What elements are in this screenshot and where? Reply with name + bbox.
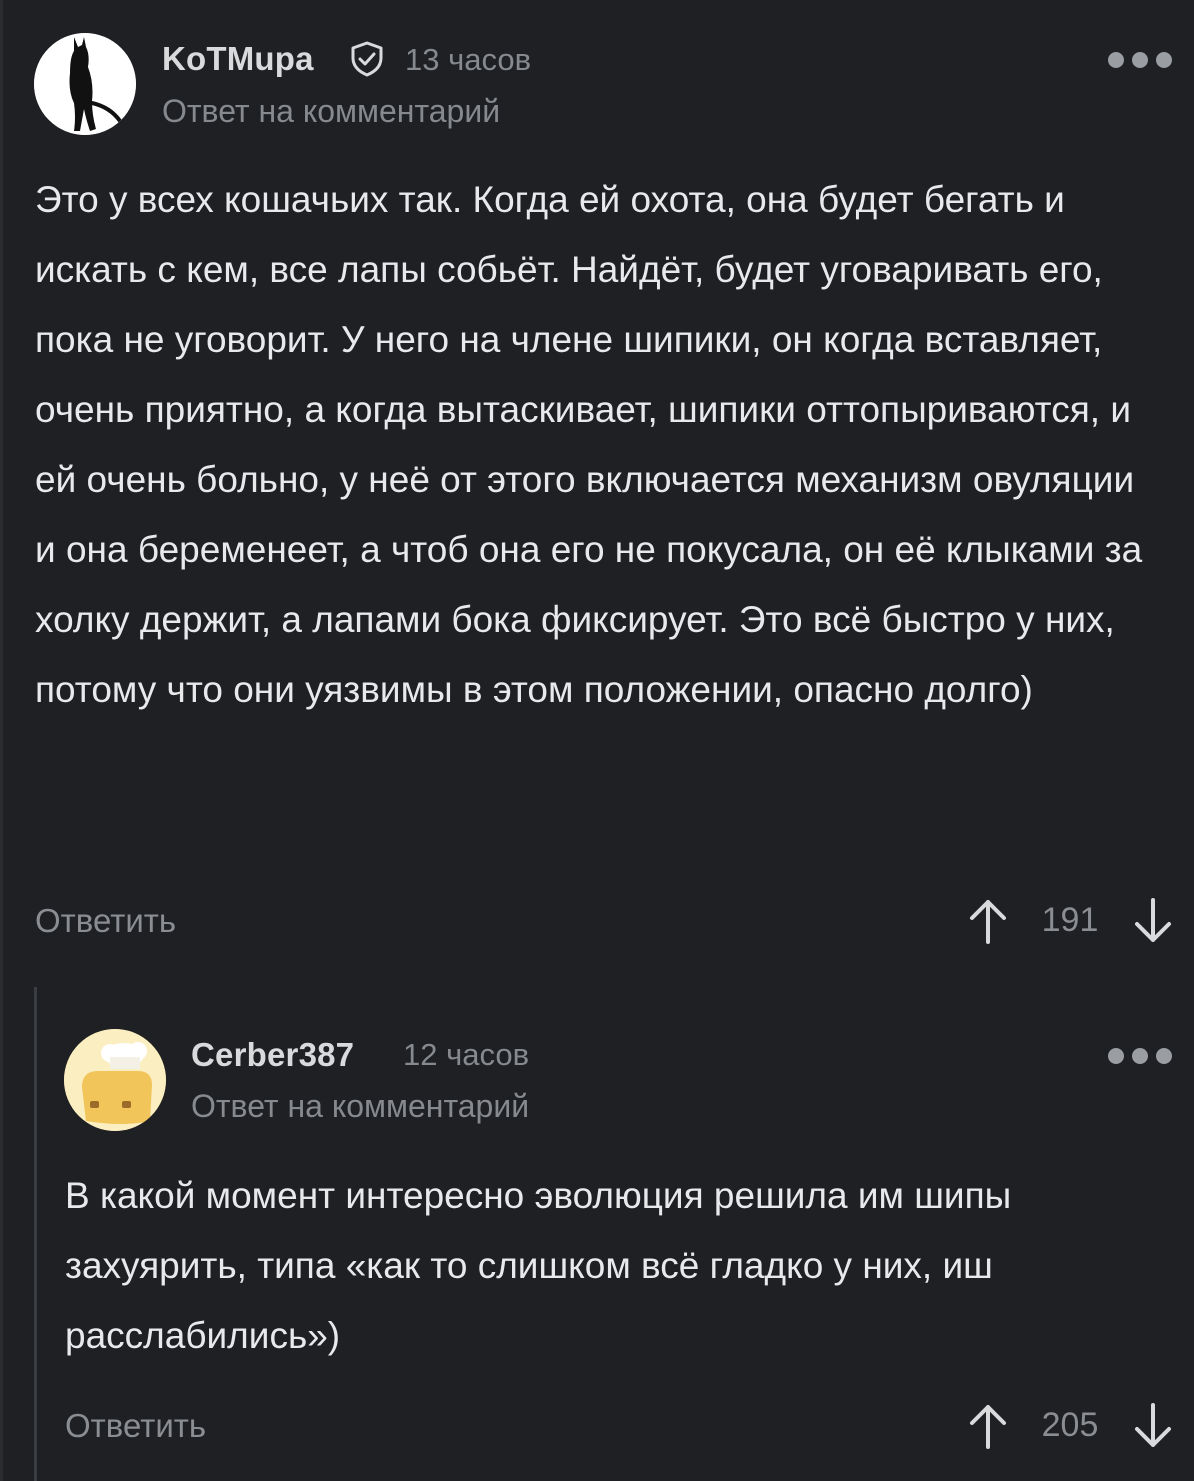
thread-line: [34, 987, 37, 1481]
score: 191: [1041, 901, 1099, 939]
score: 205: [1041, 1406, 1099, 1444]
cat-silhouette-icon: [34, 33, 136, 135]
left-edge-divider: [0, 0, 3, 1481]
comment-body: Это у всех кошачьих так. Когда ей охота,…: [35, 179, 1143, 710]
arrow-down-icon[interactable]: [1131, 896, 1175, 946]
reply-button[interactable]: Ответить: [65, 1407, 206, 1445]
reply-note[interactable]: Ответ на комментарий: [162, 93, 500, 130]
comment-time: 12 часов: [403, 1037, 530, 1072]
arrow-up-icon[interactable]: [966, 896, 1010, 946]
avatar[interactable]: [64, 1029, 166, 1131]
shield-check-icon: [351, 41, 383, 77]
more-dots-icon[interactable]: [1108, 1046, 1172, 1066]
reply-button[interactable]: Ответить: [35, 902, 176, 940]
more-dots-icon[interactable]: [1108, 50, 1172, 70]
avatar[interactable]: [34, 33, 136, 135]
comment-time: 13 часов: [405, 42, 532, 77]
arrow-down-icon[interactable]: [1131, 1401, 1175, 1451]
author-name[interactable]: Cerber387: [191, 1036, 354, 1074]
reply-note[interactable]: Ответ на комментарий: [191, 1088, 529, 1125]
arrow-up-icon[interactable]: [966, 1401, 1010, 1451]
comment-body: В какой момент интересно эволюция решила…: [65, 1175, 1012, 1356]
author-name[interactable]: KoTMupa: [162, 40, 314, 78]
chef-toast-icon: [64, 1029, 166, 1131]
